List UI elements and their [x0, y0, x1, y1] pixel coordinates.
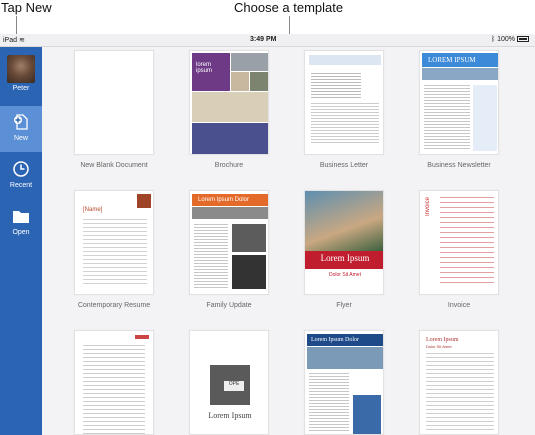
template-caption: Contemporary Resume: [77, 302, 151, 309]
poster-title: Lorem Ipsum: [208, 411, 252, 420]
clock: 3:49 PM: [250, 36, 277, 43]
newsletter2-title: Lorem Ipsum Dolor: [307, 334, 383, 346]
template-letter-2[interactable]: [74, 330, 154, 435]
resume2-sub: Dolor Sit Amet: [426, 344, 452, 349]
resume2-name: Lorem Ipsum: [426, 337, 459, 343]
template-invoice[interactable]: Invoice: [419, 190, 499, 295]
template-caption: Invoice: [447, 302, 471, 309]
wifi-icon: ≋: [18, 37, 25, 44]
family-title: Lorem Ipsum Dolor: [192, 194, 268, 206]
template-caption: Flyer: [336, 302, 352, 309]
template-blank-document[interactable]: [74, 50, 154, 155]
poster-photo-text: OPE: [224, 381, 244, 391]
template-newsletter-2[interactable]: Lorem Ipsum Dolor: [304, 330, 384, 435]
sidebar-item-label: Recent: [9, 182, 33, 189]
template-photo-poster[interactable]: OPE Lorem Ipsum: [189, 330, 269, 435]
newsletter-title: LOREM IPSUM: [422, 53, 498, 67]
device-name: iPad ≋: [3, 37, 25, 44]
bluetooth-icon: ᛒ: [490, 36, 496, 43]
brochure-title: lorem ipsum: [192, 53, 230, 91]
template-flyer[interactable]: Lorem Ipsum Dolor Sit Amet: [304, 190, 384, 295]
template-caption: Business Letter: [319, 162, 369, 169]
template-contemporary-resume[interactable]: [Name]: [74, 190, 154, 295]
template-caption: Brochure: [214, 162, 244, 169]
sidebar-item-label: New: [13, 135, 28, 142]
template-business-newsletter[interactable]: LOREM IPSUM: [419, 50, 499, 155]
sidebar-item-new[interactable]: New: [0, 106, 42, 152]
callout-choose-template: Choose a template: [234, 0, 344, 15]
flyer-title: Lorem Ipsum: [305, 251, 383, 269]
template-brochure[interactable]: lorem ipsum: [189, 50, 269, 155]
battery-icon: [517, 36, 529, 42]
sidebar-item-open[interactable]: Open: [0, 207, 42, 236]
invoice-title: Invoice: [425, 197, 431, 217]
sidebar-item-recent[interactable]: Recent: [0, 160, 42, 189]
callout-tap-new: Tap New: [1, 0, 52, 15]
template-resume-2[interactable]: Lorem Ipsum Dolor Sit Amet: [419, 330, 499, 435]
template-family-update[interactable]: Lorem Ipsum Dolor: [189, 190, 269, 295]
new-document-icon: [14, 114, 28, 130]
flyer-subtitle: Dolor Sit Amet: [329, 272, 361, 278]
template-caption: New Blank Document: [80, 162, 148, 169]
battery-indicator: ᛒ 100%: [491, 36, 529, 43]
template-business-letter[interactable]: [304, 50, 384, 155]
template-caption: Business Newsletter: [427, 162, 491, 169]
clock-icon: [13, 161, 29, 177]
sidebar: Peter New Recent Open: [0, 47, 42, 435]
folder-icon: [13, 211, 29, 223]
status-bar: iPad ≋ 3:49 PM ᛒ 100%: [0, 34, 535, 47]
resume-name: [Name]: [83, 207, 103, 213]
sidebar-item-label: Open: [12, 229, 30, 236]
avatar: [7, 55, 35, 83]
sidebar-item-account[interactable]: Peter: [0, 55, 42, 92]
sidebar-user-label: Peter: [12, 85, 30, 92]
template-caption: Family Update: [206, 302, 252, 309]
template-gallery: New Blank Document lorem ipsum Brochure …: [42, 47, 535, 435]
